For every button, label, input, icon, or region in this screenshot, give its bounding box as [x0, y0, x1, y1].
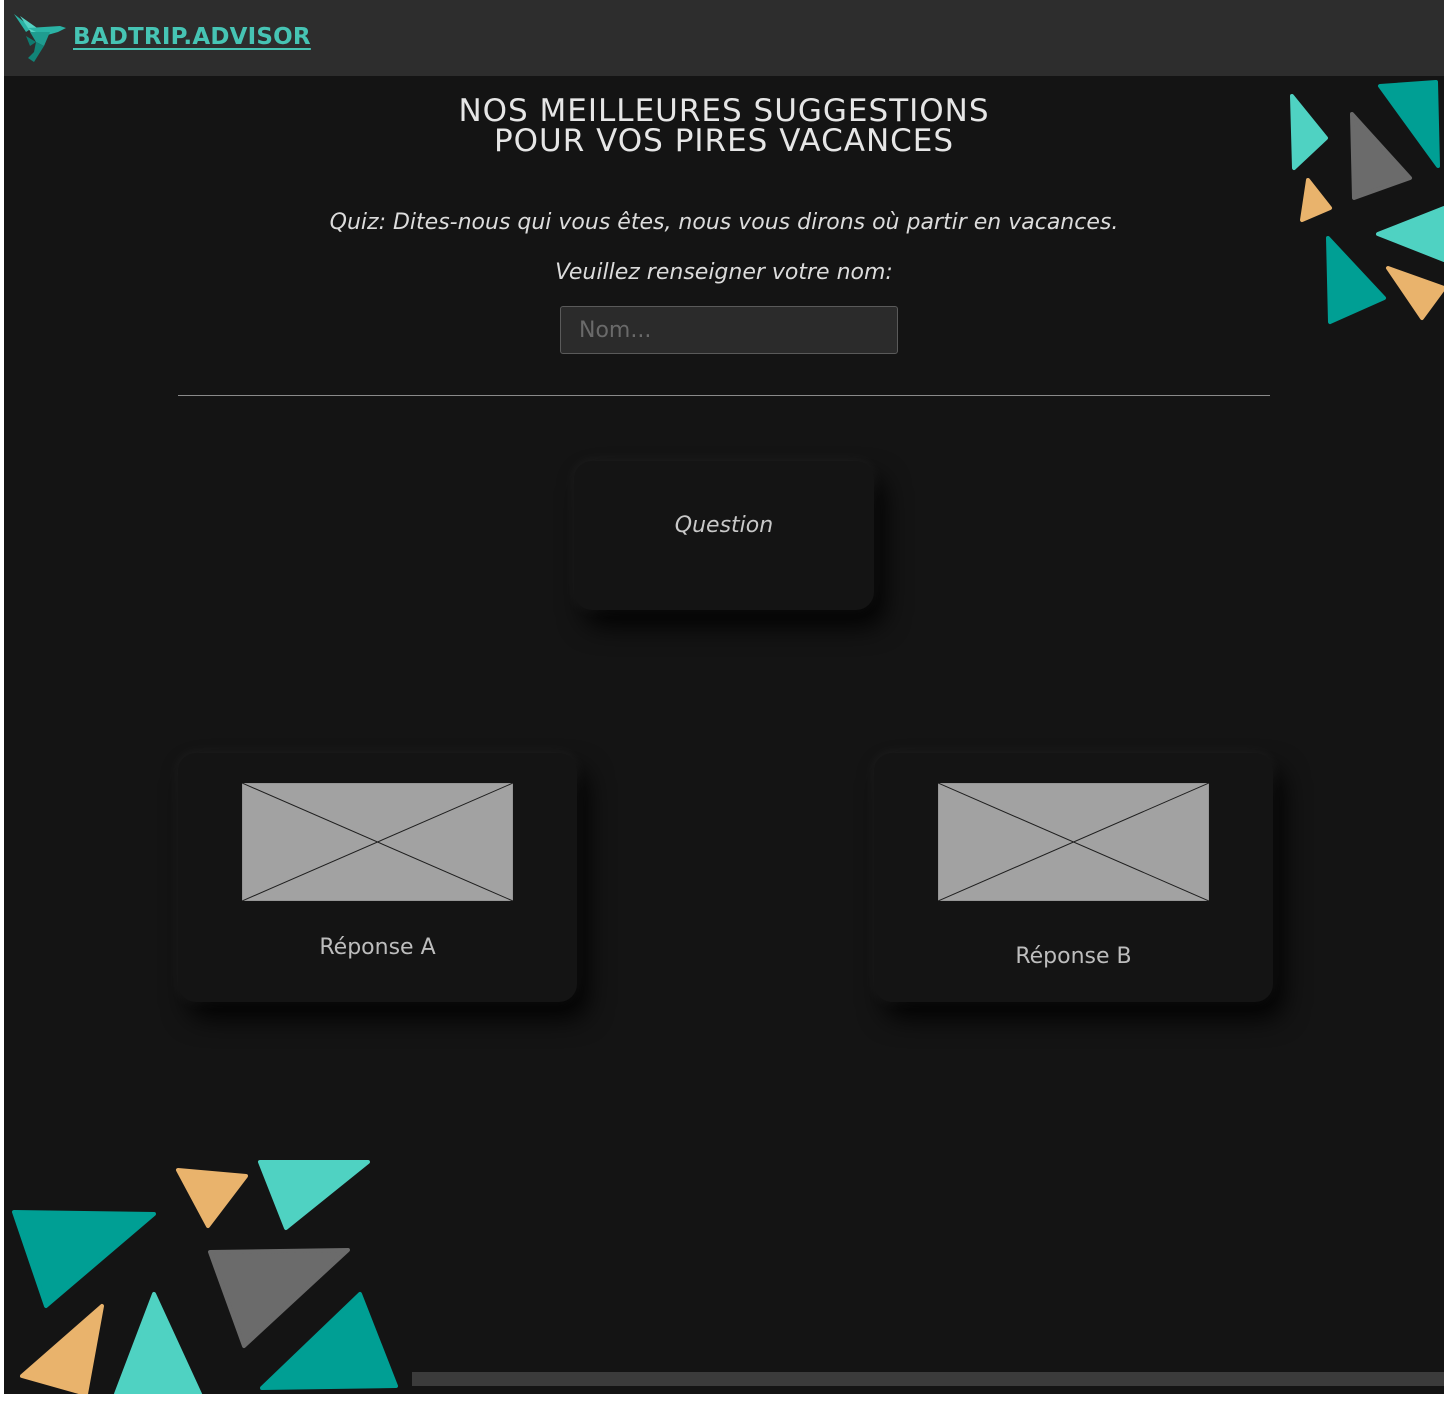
- horizontal-scrollbar[interactable]: [412, 1372, 1444, 1386]
- question-text: Question: [674, 513, 774, 538]
- app-frame: BADTRIP.ADVISOR NOS MEILLEURES SUGGESTIO…: [4, 0, 1444, 1394]
- image-placeholder-icon: [938, 783, 1209, 901]
- name-input[interactable]: [560, 306, 898, 354]
- top-navbar: BADTRIP.ADVISOR: [4, 0, 1444, 76]
- question-card: Question: [574, 461, 874, 610]
- image-placeholder-icon: [242, 783, 513, 901]
- answer-b-label: Réponse B: [1015, 944, 1132, 969]
- hummingbird-icon[interactable]: [10, 12, 66, 64]
- decorative-triangles-top-right: [1290, 80, 1444, 324]
- answer-b-card[interactable]: Réponse B: [874, 753, 1273, 1002]
- decorative-triangles-bottom-left: [12, 1160, 398, 1394]
- page-title-line-2: POUR VOS PIRES VACANCES: [493, 123, 955, 159]
- answer-a-card[interactable]: Réponse A: [178, 753, 577, 1002]
- page-title-line-1: NOS MEILLEURES SUGGESTIONS: [458, 93, 990, 129]
- quiz-intro: Quiz: Dites-nous qui vous êtes, nous vou…: [329, 210, 1119, 235]
- answer-a-label: Réponse A: [319, 935, 436, 960]
- name-prompt: Veuillez renseigner votre nom:: [555, 260, 893, 285]
- brand-link[interactable]: BADTRIP.ADVISOR: [73, 24, 311, 50]
- divider: [178, 395, 1270, 396]
